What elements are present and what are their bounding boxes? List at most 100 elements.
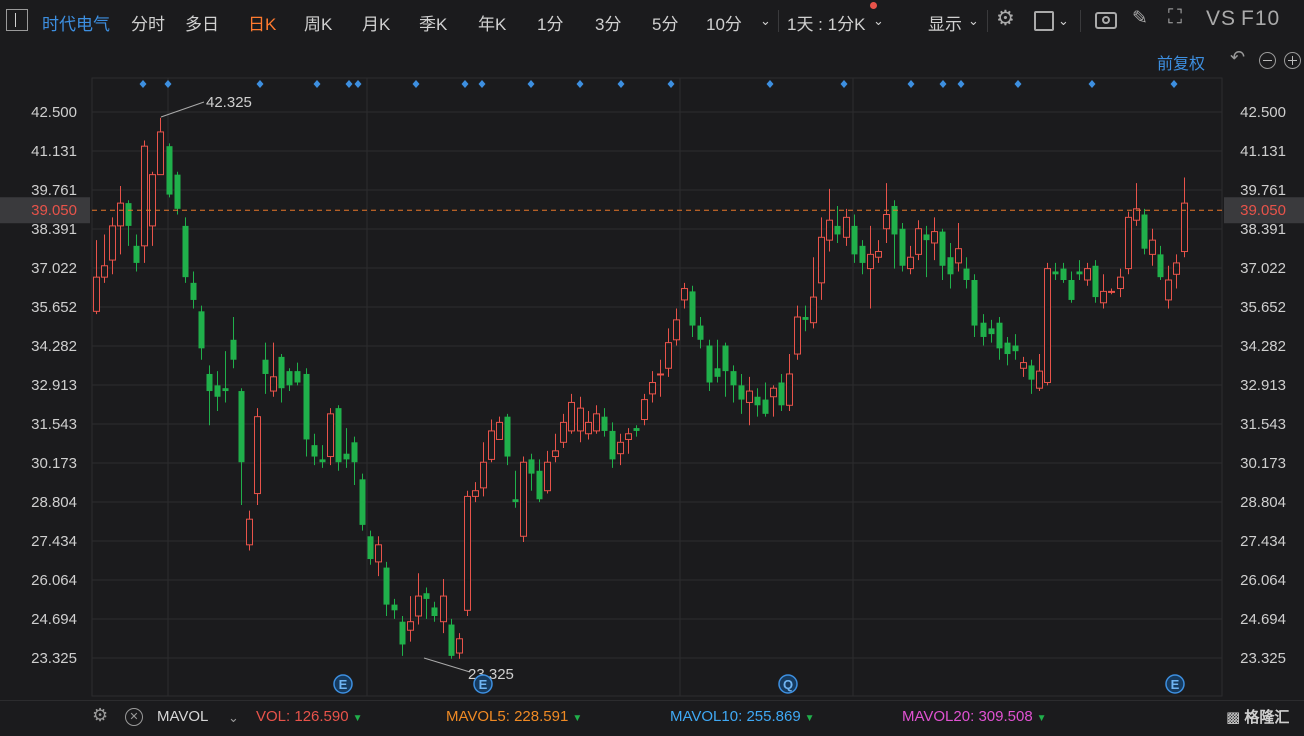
candle-body bbox=[488, 430, 495, 460]
y-tick-label-right: 32.913 bbox=[1240, 377, 1286, 394]
candle bbox=[464, 490, 471, 616]
candle bbox=[206, 365, 213, 426]
candle bbox=[971, 274, 978, 337]
candle bbox=[834, 205, 841, 243]
high-price-label: 42.325 bbox=[206, 94, 252, 111]
sidebar-toggle-icon[interactable] bbox=[6, 9, 28, 31]
candle-body bbox=[319, 459, 326, 463]
candle-body bbox=[907, 256, 914, 270]
y-tick-label-left: 42.500 bbox=[31, 104, 77, 121]
zoom-out-icon[interactable] bbox=[1259, 52, 1276, 69]
candle bbox=[93, 240, 100, 315]
checkbox-icon[interactable] bbox=[1034, 11, 1054, 31]
candle bbox=[294, 362, 301, 386]
display-menu[interactable]: 显示 bbox=[928, 10, 962, 35]
event-badge-letter: E bbox=[479, 677, 488, 692]
event-diamond-marker bbox=[766, 80, 774, 88]
candle-body bbox=[867, 253, 874, 270]
vol-label: VOL: bbox=[256, 708, 291, 725]
vs-button[interactable]: VS bbox=[1206, 7, 1236, 31]
event-diamond-marker bbox=[345, 80, 353, 88]
candle-body bbox=[93, 276, 100, 312]
candle-body bbox=[1092, 265, 1099, 298]
tab-monthly-k[interactable]: 月K bbox=[362, 10, 390, 35]
mavol5-reading: MAVOL5: 228.591 ▼ bbox=[446, 708, 582, 725]
candle bbox=[1181, 177, 1188, 258]
candle-body bbox=[996, 322, 1003, 349]
tab-quarterly-k[interactable]: 季K bbox=[419, 10, 447, 35]
candle bbox=[367, 530, 374, 565]
stock-name[interactable]: 时代电气 bbox=[42, 10, 110, 35]
indicator-name[interactable]: MAVOL bbox=[157, 708, 208, 725]
tab-weekly-k[interactable]: 周K bbox=[304, 10, 332, 35]
more-periods-chevron-icon[interactable]: ⌄ bbox=[760, 13, 771, 29]
candle-body bbox=[101, 265, 108, 278]
f10-button[interactable]: F10 bbox=[1241, 7, 1280, 31]
pencil-icon[interactable]: ✎ bbox=[1132, 7, 1148, 30]
candle bbox=[552, 433, 559, 463]
y-tick-label-left: 28.804 bbox=[31, 494, 77, 511]
candle-body bbox=[875, 251, 882, 258]
undo-icon[interactable]: ↶ bbox=[1230, 47, 1245, 68]
display-chevron-icon[interactable]: ⌄ bbox=[968, 13, 979, 29]
tab-10min[interactable]: 10分 bbox=[706, 10, 742, 35]
tab-1min[interactable]: 1分 bbox=[537, 10, 563, 35]
candle bbox=[1173, 254, 1180, 289]
candle bbox=[617, 433, 624, 466]
candle-body bbox=[335, 408, 342, 463]
candle-body bbox=[762, 399, 769, 414]
indicator-settings-gear-icon[interactable]: ⚙ bbox=[92, 705, 108, 726]
candle-body bbox=[1084, 268, 1091, 281]
candle-body bbox=[609, 430, 616, 460]
one-day-chevron-icon[interactable]: ⌄ bbox=[873, 13, 884, 29]
candle bbox=[1044, 262, 1051, 386]
one-day-selector[interactable]: 1天 : 1分K bbox=[787, 10, 865, 35]
candle bbox=[1092, 260, 1099, 303]
candle bbox=[190, 271, 197, 309]
tab-intraday[interactable]: 分时 bbox=[131, 10, 165, 35]
y-tick-label-left: 35.652 bbox=[31, 299, 77, 316]
indicator-chevron-icon[interactable]: ⌄ bbox=[228, 710, 239, 726]
candle-body bbox=[931, 231, 938, 244]
candle-body bbox=[754, 396, 761, 406]
close-indicator-icon[interactable]: ✕ bbox=[125, 708, 143, 726]
tab-yearly-k[interactable]: 年K bbox=[478, 10, 506, 35]
candle bbox=[802, 305, 809, 332]
tab-5min[interactable]: 5分 bbox=[652, 10, 678, 35]
candle bbox=[311, 433, 318, 466]
candle bbox=[423, 587, 430, 619]
candle bbox=[915, 220, 922, 261]
candle-body bbox=[440, 595, 447, 623]
candle-body bbox=[367, 536, 374, 560]
tab-3min[interactable]: 3分 bbox=[595, 10, 621, 35]
candle-body bbox=[1076, 271, 1083, 275]
candle bbox=[174, 171, 181, 215]
candle bbox=[988, 319, 995, 343]
y-tick-label-left: 24.694 bbox=[31, 611, 77, 628]
zoom-in-icon[interactable] bbox=[1284, 52, 1301, 69]
adjust-mode-label[interactable]: 前复权 bbox=[1157, 50, 1205, 74]
candle bbox=[222, 351, 229, 403]
candlestick-chart[interactable]: 42.500 42.500 41.131 41.131 39.761 39.761 38.3… bbox=[0, 0, 1304, 735]
candle-body bbox=[657, 373, 664, 376]
candle-body bbox=[375, 544, 382, 563]
candle-body bbox=[1125, 216, 1132, 270]
candle bbox=[980, 314, 987, 346]
candle-body bbox=[141, 145, 148, 247]
tab-daily-k[interactable]: 日K bbox=[248, 10, 276, 35]
settings-gear-icon[interactable]: ⚙ bbox=[996, 6, 1015, 31]
candle bbox=[125, 200, 132, 246]
candle bbox=[746, 376, 753, 426]
tab-multi-day[interactable]: 多日 bbox=[185, 10, 219, 35]
candle bbox=[359, 473, 366, 531]
checkbox-chevron-icon[interactable]: ⌄ bbox=[1058, 13, 1069, 29]
candle bbox=[504, 413, 511, 466]
fullscreen-icon[interactable]: ⛶ bbox=[1168, 6, 1182, 29]
y-tick-label-right: 37.022 bbox=[1240, 260, 1286, 277]
event-diamond-marker bbox=[164, 80, 172, 88]
candle-body bbox=[859, 245, 866, 263]
candle bbox=[593, 405, 600, 434]
camera-icon[interactable] bbox=[1095, 12, 1117, 29]
event-diamond-marker bbox=[939, 80, 947, 88]
candle bbox=[657, 359, 664, 397]
